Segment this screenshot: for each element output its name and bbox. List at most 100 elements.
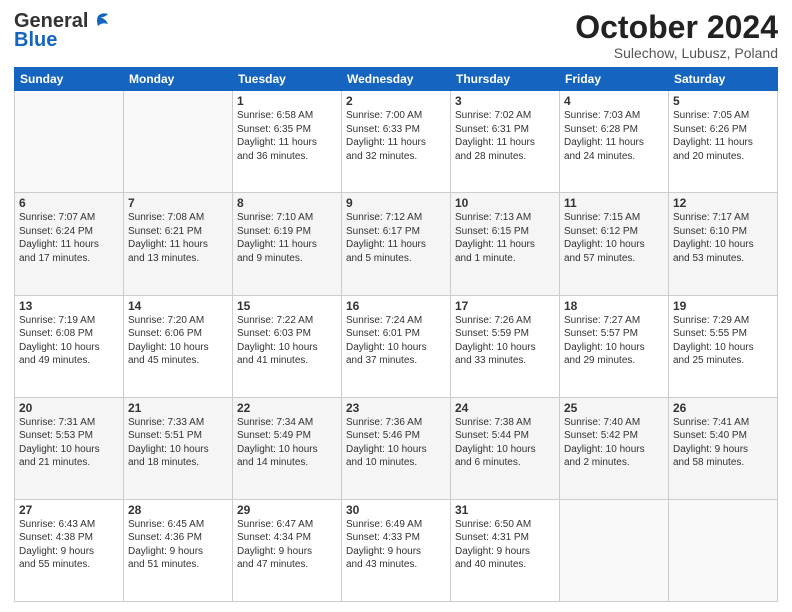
day-info: Sunrise: 7:12 AM Sunset: 6:17 PM Dayligh… (346, 211, 446, 265)
day-number: 17 (455, 299, 555, 313)
table-row: 8Sunrise: 7:10 AM Sunset: 6:19 PM Daylig… (233, 193, 342, 295)
day-info: Sunrise: 7:38 AM Sunset: 5:44 PM Dayligh… (455, 416, 555, 470)
table-row: 13Sunrise: 7:19 AM Sunset: 6:08 PM Dayli… (15, 295, 124, 397)
table-row: 15Sunrise: 7:22 AM Sunset: 6:03 PM Dayli… (233, 295, 342, 397)
day-info: Sunrise: 7:41 AM Sunset: 5:40 PM Dayligh… (673, 416, 773, 470)
day-number: 23 (346, 401, 446, 415)
table-row (560, 499, 669, 601)
day-number: 2 (346, 94, 446, 108)
day-number: 14 (128, 299, 228, 313)
col-monday: Monday (124, 68, 233, 91)
table-row: 4Sunrise: 7:03 AM Sunset: 6:28 PM Daylig… (560, 91, 669, 193)
table-row: 22Sunrise: 7:34 AM Sunset: 5:49 PM Dayli… (233, 397, 342, 499)
day-info: Sunrise: 7:34 AM Sunset: 5:49 PM Dayligh… (237, 416, 337, 470)
table-row: 20Sunrise: 7:31 AM Sunset: 5:53 PM Dayli… (15, 397, 124, 499)
table-row: 28Sunrise: 6:45 AM Sunset: 4:36 PM Dayli… (124, 499, 233, 601)
day-info: Sunrise: 7:08 AM Sunset: 6:21 PM Dayligh… (128, 211, 228, 265)
table-row: 30Sunrise: 6:49 AM Sunset: 4:33 PM Dayli… (342, 499, 451, 601)
table-row: 21Sunrise: 7:33 AM Sunset: 5:51 PM Dayli… (124, 397, 233, 499)
table-row (124, 91, 233, 193)
day-number: 8 (237, 196, 337, 210)
calendar-row-1: 1Sunrise: 6:58 AM Sunset: 6:35 PM Daylig… (15, 91, 778, 193)
table-row: 6Sunrise: 7:07 AM Sunset: 6:24 PM Daylig… (15, 193, 124, 295)
day-number: 25 (564, 401, 664, 415)
day-info: Sunrise: 7:13 AM Sunset: 6:15 PM Dayligh… (455, 211, 555, 265)
table-row: 23Sunrise: 7:36 AM Sunset: 5:46 PM Dayli… (342, 397, 451, 499)
day-number: 31 (455, 503, 555, 517)
table-row: 11Sunrise: 7:15 AM Sunset: 6:12 PM Dayli… (560, 193, 669, 295)
table-row (15, 91, 124, 193)
day-info: Sunrise: 7:26 AM Sunset: 5:59 PM Dayligh… (455, 314, 555, 368)
table-row: 25Sunrise: 7:40 AM Sunset: 5:42 PM Dayli… (560, 397, 669, 499)
col-thursday: Thursday (451, 68, 560, 91)
calendar-row-2: 6Sunrise: 7:07 AM Sunset: 6:24 PM Daylig… (15, 193, 778, 295)
day-number: 30 (346, 503, 446, 517)
logo-bird-icon (88, 12, 110, 32)
page: General Blue October 2024 Sulechow, Lubu… (0, 0, 792, 612)
day-number: 27 (19, 503, 119, 517)
day-info: Sunrise: 7:40 AM Sunset: 5:42 PM Dayligh… (564, 416, 664, 470)
day-info: Sunrise: 7:24 AM Sunset: 6:01 PM Dayligh… (346, 314, 446, 368)
day-number: 11 (564, 196, 664, 210)
day-number: 18 (564, 299, 664, 313)
day-info: Sunrise: 7:27 AM Sunset: 5:57 PM Dayligh… (564, 314, 664, 368)
day-number: 13 (19, 299, 119, 313)
table-row: 29Sunrise: 6:47 AM Sunset: 4:34 PM Dayli… (233, 499, 342, 601)
calendar-row-4: 20Sunrise: 7:31 AM Sunset: 5:53 PM Dayli… (15, 397, 778, 499)
col-wednesday: Wednesday (342, 68, 451, 91)
day-number: 6 (19, 196, 119, 210)
location-subtitle: Sulechow, Lubusz, Poland (575, 45, 778, 61)
day-info: Sunrise: 7:02 AM Sunset: 6:31 PM Dayligh… (455, 109, 555, 163)
day-number: 12 (673, 196, 773, 210)
day-number: 19 (673, 299, 773, 313)
header: General Blue October 2024 Sulechow, Lubu… (14, 10, 778, 61)
day-number: 29 (237, 503, 337, 517)
day-info: Sunrise: 7:36 AM Sunset: 5:46 PM Dayligh… (346, 416, 446, 470)
day-info: Sunrise: 7:19 AM Sunset: 6:08 PM Dayligh… (19, 314, 119, 368)
day-info: Sunrise: 7:15 AM Sunset: 6:12 PM Dayligh… (564, 211, 664, 265)
table-row: 16Sunrise: 7:24 AM Sunset: 6:01 PM Dayli… (342, 295, 451, 397)
day-info: Sunrise: 6:50 AM Sunset: 4:31 PM Dayligh… (455, 518, 555, 572)
table-row: 18Sunrise: 7:27 AM Sunset: 5:57 PM Dayli… (560, 295, 669, 397)
day-info: Sunrise: 7:31 AM Sunset: 5:53 PM Dayligh… (19, 416, 119, 470)
table-row: 31Sunrise: 6:50 AM Sunset: 4:31 PM Dayli… (451, 499, 560, 601)
table-row: 9Sunrise: 7:12 AM Sunset: 6:17 PM Daylig… (342, 193, 451, 295)
day-info: Sunrise: 7:10 AM Sunset: 6:19 PM Dayligh… (237, 211, 337, 265)
day-number: 9 (346, 196, 446, 210)
day-info: Sunrise: 6:47 AM Sunset: 4:34 PM Dayligh… (237, 518, 337, 572)
day-info: Sunrise: 6:45 AM Sunset: 4:36 PM Dayligh… (128, 518, 228, 572)
table-row: 14Sunrise: 7:20 AM Sunset: 6:06 PM Dayli… (124, 295, 233, 397)
col-saturday: Saturday (669, 68, 778, 91)
calendar-table: Sunday Monday Tuesday Wednesday Thursday… (14, 67, 778, 602)
table-row: 3Sunrise: 7:02 AM Sunset: 6:31 PM Daylig… (451, 91, 560, 193)
day-info: Sunrise: 7:33 AM Sunset: 5:51 PM Dayligh… (128, 416, 228, 470)
col-tuesday: Tuesday (233, 68, 342, 91)
day-number: 10 (455, 196, 555, 210)
day-number: 21 (128, 401, 228, 415)
day-info: Sunrise: 7:17 AM Sunset: 6:10 PM Dayligh… (673, 211, 773, 265)
day-number: 28 (128, 503, 228, 517)
day-number: 15 (237, 299, 337, 313)
day-info: Sunrise: 6:58 AM Sunset: 6:35 PM Dayligh… (237, 109, 337, 163)
table-row: 17Sunrise: 7:26 AM Sunset: 5:59 PM Dayli… (451, 295, 560, 397)
day-number: 26 (673, 401, 773, 415)
table-row: 5Sunrise: 7:05 AM Sunset: 6:26 PM Daylig… (669, 91, 778, 193)
day-info: Sunrise: 7:00 AM Sunset: 6:33 PM Dayligh… (346, 109, 446, 163)
table-row: 2Sunrise: 7:00 AM Sunset: 6:33 PM Daylig… (342, 91, 451, 193)
day-number: 4 (564, 94, 664, 108)
day-number: 1 (237, 94, 337, 108)
day-number: 22 (237, 401, 337, 415)
table-row: 27Sunrise: 6:43 AM Sunset: 4:38 PM Dayli… (15, 499, 124, 601)
day-info: Sunrise: 7:20 AM Sunset: 6:06 PM Dayligh… (128, 314, 228, 368)
calendar-row-5: 27Sunrise: 6:43 AM Sunset: 4:38 PM Dayli… (15, 499, 778, 601)
logo: General Blue (14, 10, 110, 52)
day-number: 3 (455, 94, 555, 108)
table-row: 12Sunrise: 7:17 AM Sunset: 6:10 PM Dayli… (669, 193, 778, 295)
day-info: Sunrise: 6:43 AM Sunset: 4:38 PM Dayligh… (19, 518, 119, 572)
table-row: 7Sunrise: 7:08 AM Sunset: 6:21 PM Daylig… (124, 193, 233, 295)
table-row: 19Sunrise: 7:29 AM Sunset: 5:55 PM Dayli… (669, 295, 778, 397)
table-row: 1Sunrise: 6:58 AM Sunset: 6:35 PM Daylig… (233, 91, 342, 193)
table-row (669, 499, 778, 601)
day-number: 5 (673, 94, 773, 108)
day-info: Sunrise: 7:03 AM Sunset: 6:28 PM Dayligh… (564, 109, 664, 163)
